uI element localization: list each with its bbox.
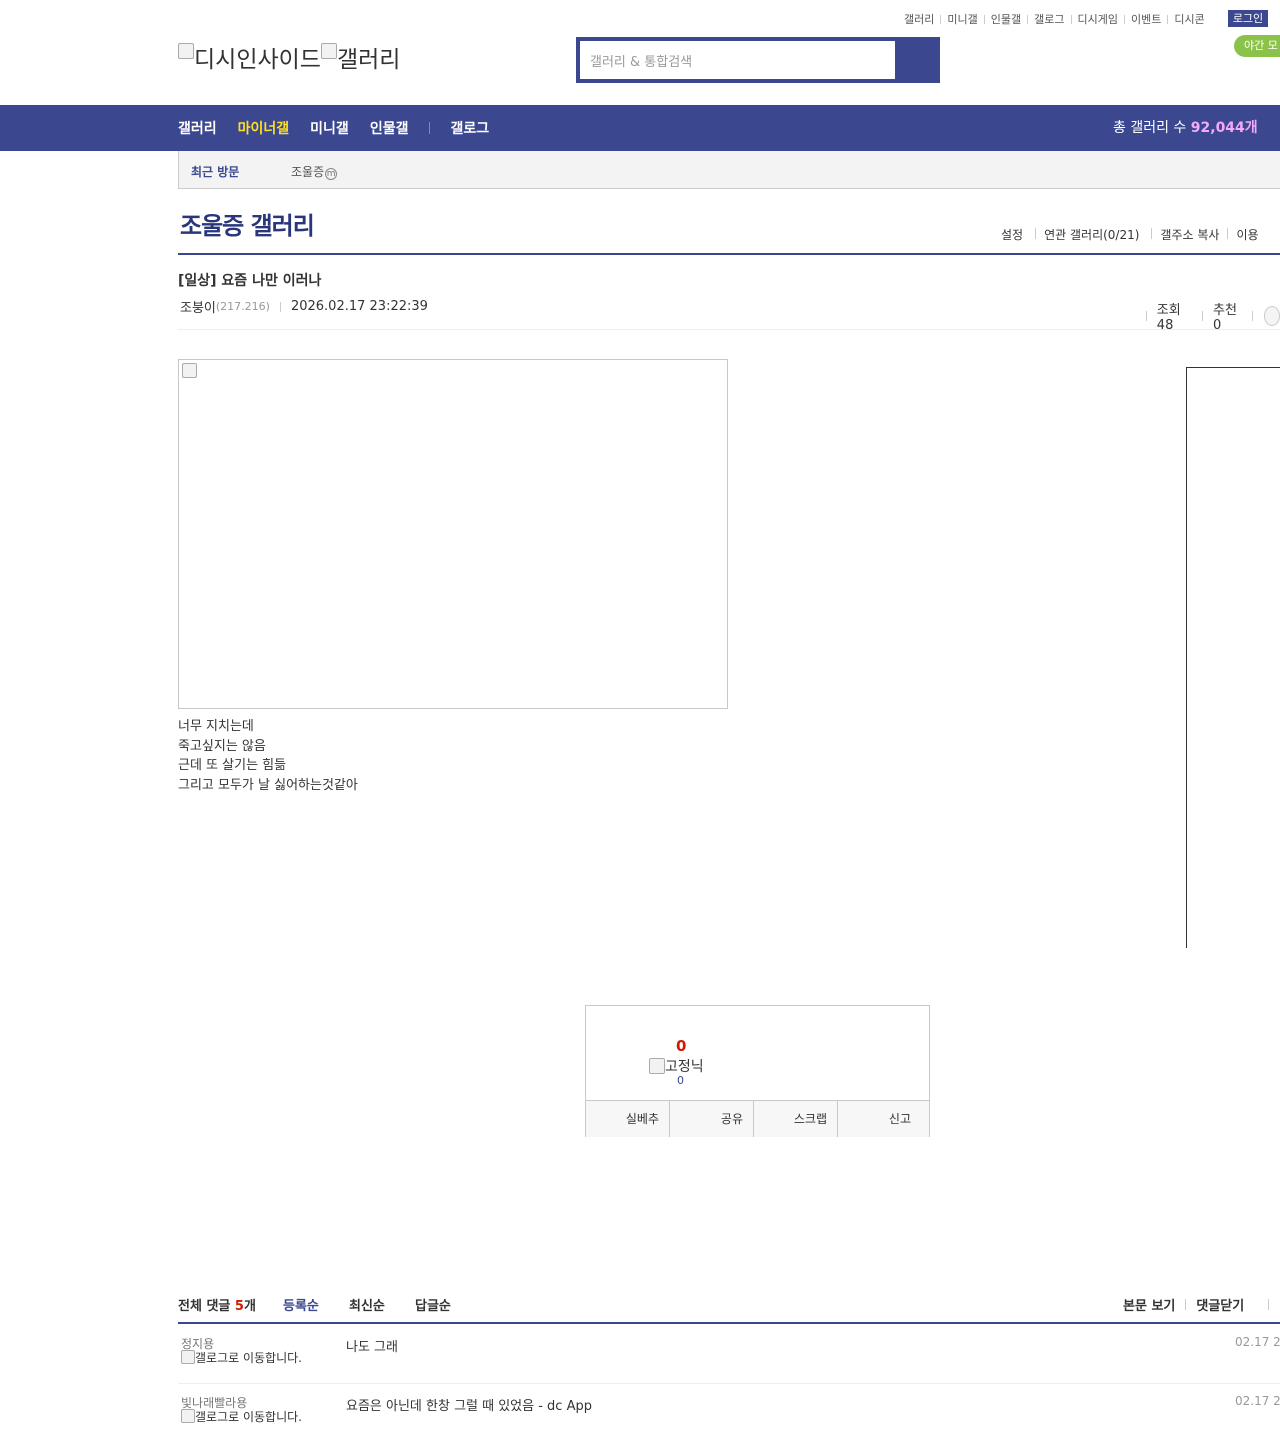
recent-visit-item[interactable]: 조울증 m [291,163,338,180]
broken-image-icon [178,43,194,59]
post-body: 너무 지치는데 죽고싶지는 않음 근데 또 살기는 힘듦 그리고 모두가 날 싫… [178,717,358,795]
view-body-button[interactable]: 본문 보기 [1123,1295,1175,1314]
real-best-button[interactable]: 실베추 [586,1101,670,1137]
post-stats: 조회 48 추천 0 [1136,299,1280,333]
top-links: 갤러리 미니갤 인물갤 갤로그 디시게임 이벤트 디시콘 [904,11,1205,27]
post-author-ip: (217.216) [215,300,270,313]
post-body-line: 너무 지치는데 [178,719,254,734]
broken-image-icon [181,1409,195,1423]
nav-divider [429,122,431,134]
comment-row: 빛나래빨라용 갤로그로 이동합니다. 요즘은 아닌데 한창 그럴 때 있었음 -… [178,1394,1280,1429]
nav-mini-gallery[interactable]: 미니갤 [310,118,349,138]
post-body-line: 근데 또 살기는 힘듦 [178,758,287,773]
top-link-gallog[interactable]: 갤로그 [1034,11,1064,27]
post-body-line: 그리고 모두가 날 싫어하는것같아 [178,777,358,793]
minor-gallery-badge-icon: m [325,168,338,180]
share-button[interactable]: 공유 [670,1101,754,1137]
post-header-divider [178,329,1280,330]
top-link-gallery[interactable]: 갤러리 [904,11,934,27]
post-title: [일상] 요즘 나만 이러나 [178,273,322,289]
search-input[interactable]: 갤러리 & 통합검색 [580,41,895,79]
search-box: 갤러리 & 통합검색 [576,37,940,83]
broken-image-icon [182,363,197,378]
top-link-dccon[interactable]: 디시콘 [1174,11,1204,27]
night-mode-button[interactable]: 야간 모 [1234,35,1280,57]
search-icon [896,41,936,79]
post-meta: 조붕이 (217.216) 2026.02.17 23:22:39 [180,297,428,316]
comment-count-button[interactable] [1263,306,1280,326]
post-body-line: 죽고싶지는 않음 [178,738,266,754]
fixed-nick-recommend: 고정닉 [649,1056,704,1076]
comment-date: 02.17 23 [1235,1335,1280,1349]
gallery-count: 총 갤러리 수 92,044개 [1113,120,1258,136]
logo-gallery: 갤러리 [320,40,400,74]
nav-gallery[interactable]: 갤러리 [178,118,217,138]
top-link-person[interactable]: 인물갤 [991,11,1021,27]
comment-date: 02.17 23 [1235,1394,1280,1408]
gallery-count-value: 92,044개 [1190,120,1258,136]
post-image[interactable] [178,359,728,709]
report-button[interactable]: 신고 [838,1101,929,1137]
related-gallery-link[interactable]: 연관 갤러리(0/21) [1044,226,1139,243]
search-button[interactable] [896,41,936,79]
gallery-settings-link[interactable]: 설정 [1001,226,1023,243]
comment-row: 정지용 갤로그로 이동합니다. 나도 그래 02.17 23 [178,1335,1280,1384]
comment-text: 나도 그래 [346,1340,398,1355]
recent-visit-label[interactable]: 최근 방문 [191,163,239,180]
copy-address-link[interactable]: 갤주소 복사 [1160,226,1219,243]
nav-gallog[interactable]: 갤로그 [450,118,489,138]
gallery-title[interactable]: 조울증 갤러리 [180,206,315,241]
main-nav: 갤러리 마이너갤 미니갤 인물갤 갤로그 총 갤러리 수 92,044개 [0,105,1280,151]
gallog-link[interactable]: 갤로그로 이동합니다. [181,1409,311,1424]
comment-text: 요즘은 아닌데 한창 그럴 때 있었음 - dc App [346,1399,592,1414]
gallery-menu: 설정 연관 갤러리(0/21) 갤주소 복사 이용 [1001,226,1259,243]
side-ad-frame [1186,367,1280,948]
gallog-link[interactable]: 갤로그로 이동합니다. [181,1350,311,1365]
usage-link[interactable]: 이용 [1236,226,1258,243]
broken-image-icon [320,43,337,59]
post-datetime: 2026.02.17 23:22:39 [290,299,428,314]
top-link-event[interactable]: 이벤트 [1131,11,1161,27]
comment-total: 전체 댓글 5개 [178,1299,256,1314]
site-logo[interactable]: 디시인사이드 갤러리 [178,40,400,74]
post-recommends: 추천 0 [1213,303,1237,333]
login-button[interactable]: 로그인 [1228,10,1268,27]
comment-divider [178,1322,1280,1324]
recommend-count: 0 [676,1037,687,1055]
post-views: 조회 48 [1156,303,1181,333]
recent-visit-bar: 최근 방문 조울증 m [178,151,1280,189]
broken-image-icon [181,1350,195,1364]
nav-minor-gallery[interactable]: 마이너갤 [238,118,290,138]
fixed-nick-count: 0 [677,1074,684,1087]
scrap-button[interactable]: 스크랩 [754,1101,838,1137]
close-comments-button[interactable]: 댓글닫기 [1196,1295,1244,1314]
post-author[interactable]: 조붕이 [180,297,216,316]
broken-image-icon [649,1058,665,1074]
sort-registered[interactable]: 등록순 [283,1295,319,1314]
comment-header: 전체 댓글 5개 등록순 최신순 답글순 본문 보기 댓글닫기 [178,1295,1280,1314]
nav-person-gallery[interactable]: 인물갤 [370,118,409,138]
sort-latest[interactable]: 최신순 [349,1295,385,1314]
logo-dcinside: 디시인사이드 [178,40,321,74]
recommend-box: 0 고정닉 0 실베추 공유 스크랩 신고 [585,1005,930,1137]
top-link-minigall[interactable]: 미니갤 [947,11,977,27]
title-divider [178,253,1280,255]
top-link-dcgame[interactable]: 디시게임 [1078,11,1118,27]
sort-replies[interactable]: 답글순 [415,1295,451,1314]
